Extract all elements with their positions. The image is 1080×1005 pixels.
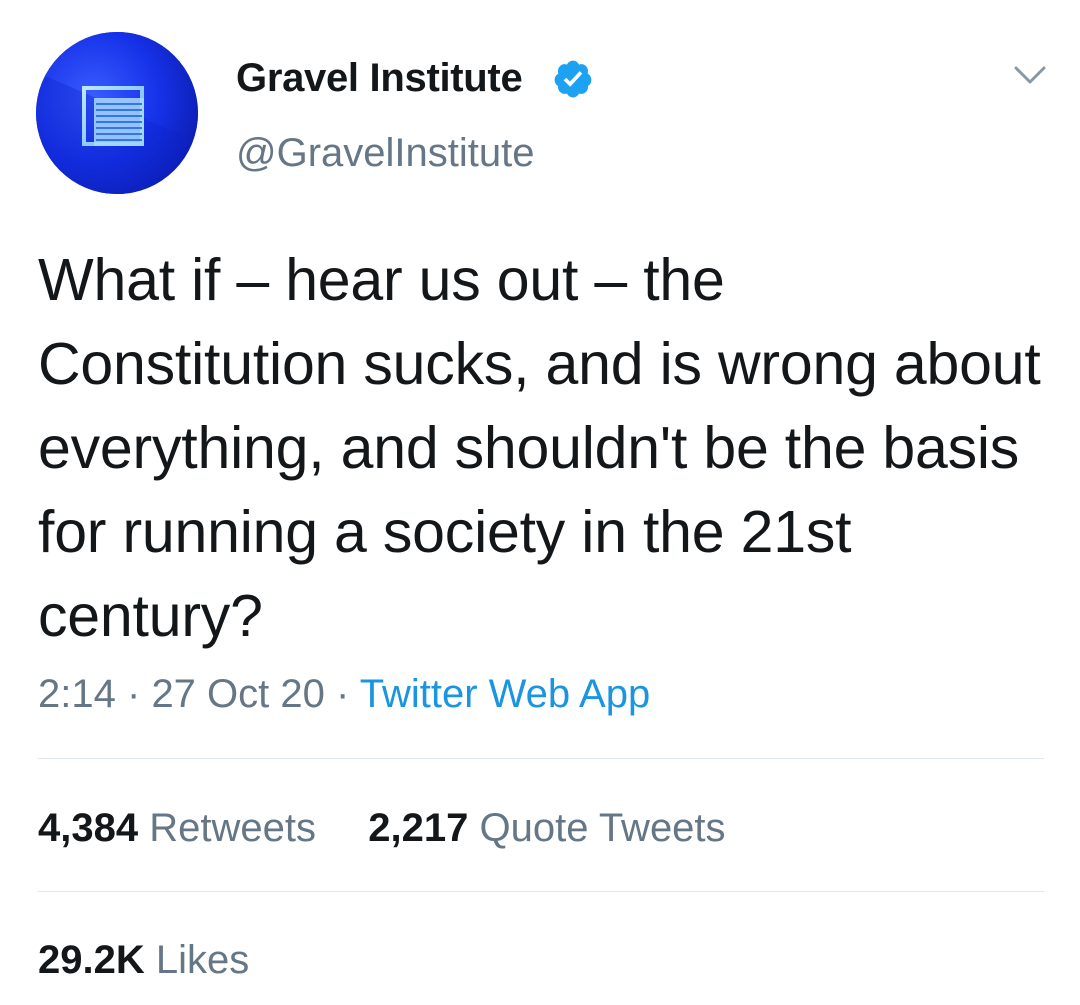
verified-badge-icon bbox=[554, 60, 592, 98]
retweets-count: 4,384 bbox=[38, 806, 139, 850]
retweets-label: Retweets bbox=[149, 806, 316, 850]
meta-separator: · bbox=[336, 672, 350, 716]
chevron-down-icon[interactable] bbox=[1012, 60, 1048, 90]
likes-count: 29.2K bbox=[38, 938, 145, 982]
likes-stats-row: 29.2K Likes bbox=[38, 934, 249, 986]
likes-label: Likes bbox=[155, 938, 250, 982]
tweet-source-link[interactable]: Twitter Web App bbox=[360, 672, 651, 716]
engagement-stats-row: 4,384 Retweets 2,217 Quote Tweets bbox=[38, 802, 726, 854]
gravel-institute-logo-icon bbox=[36, 32, 198, 194]
divider bbox=[38, 891, 1044, 892]
tweet-time[interactable]: 2:14 bbox=[38, 672, 116, 716]
tweet-text: What if – hear us out – the Constitution… bbox=[38, 247, 1041, 649]
tweet-detail: Gravel Institute @GravelInstitute What i… bbox=[0, 0, 1080, 1005]
author-handle[interactable]: @GravelInstitute bbox=[236, 127, 535, 179]
tweet-meta: 2:14 · 27 Oct 20 · Twitter Web App bbox=[38, 668, 650, 720]
quote-tweets-stat[interactable]: 2,217 Quote Tweets bbox=[357, 806, 725, 850]
quote-tweets-label: Quote Tweets bbox=[479, 806, 726, 850]
likes-stat[interactable]: 29.2K Likes bbox=[38, 938, 249, 982]
divider bbox=[38, 758, 1044, 759]
meta-separator: · bbox=[126, 672, 141, 716]
author-display-name[interactable]: Gravel Institute bbox=[236, 52, 523, 104]
tweet-date[interactable]: 27 Oct 20 bbox=[151, 672, 324, 716]
retweets-stat[interactable]: 4,384 Retweets bbox=[38, 806, 327, 850]
quote-tweets-count: 2,217 bbox=[368, 806, 469, 850]
avatar[interactable] bbox=[36, 32, 198, 194]
